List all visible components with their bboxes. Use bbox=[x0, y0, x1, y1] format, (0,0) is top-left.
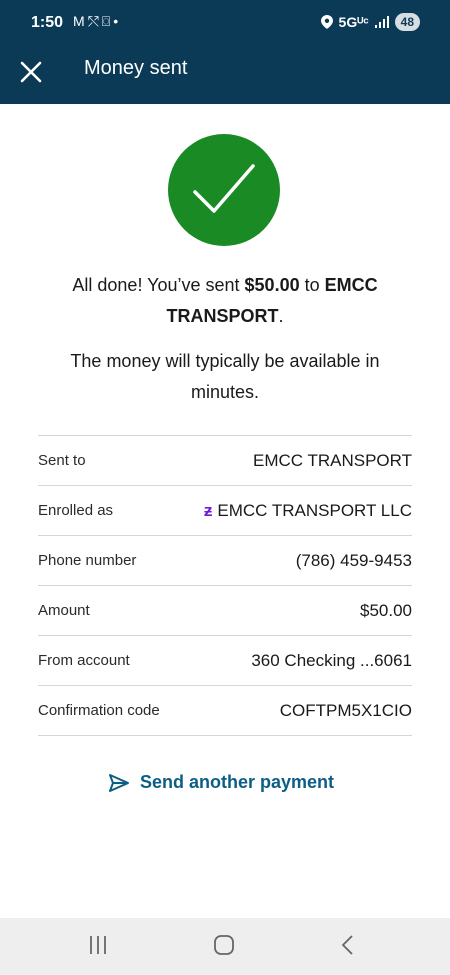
send-another-payment-button[interactable]: Send another payment bbox=[108, 772, 334, 793]
screenshot-icon: ⌼ bbox=[101, 13, 114, 29]
status-bar: 1:50 M⤲⌼• 5Gᵁᶜ 48 bbox=[0, 0, 450, 48]
network-type: 5Gᵁᶜ bbox=[338, 14, 369, 30]
status-time: 1:50 bbox=[31, 14, 64, 31]
detail-value: EMCC TRANSPORT bbox=[252, 450, 412, 470]
detail-label: Sent to bbox=[38, 452, 86, 469]
battery-level: 48 bbox=[394, 13, 420, 31]
page-title: Money sent bbox=[84, 57, 188, 79]
dot-icon: • bbox=[113, 13, 122, 29]
detail-row-amount: Amount $50.00 bbox=[38, 586, 412, 636]
detail-value-wrap: ƶ EMCC TRANSPORT LLC bbox=[204, 501, 412, 521]
app-bar: Money sent bbox=[0, 48, 450, 104]
detail-value: $50.00 bbox=[360, 600, 412, 620]
detail-value: 360 Checking ...6061 bbox=[251, 650, 412, 670]
send-another-label: Send another payment bbox=[140, 772, 335, 792]
status-right: 5Gᵁᶜ 48 bbox=[320, 13, 420, 31]
sent-amount: $50.00 bbox=[244, 275, 300, 295]
location-icon bbox=[320, 15, 333, 29]
detail-row-sent-to: Sent to EMCC TRANSPORT bbox=[38, 436, 412, 486]
success-check-icon bbox=[168, 134, 280, 246]
detail-label: From account bbox=[38, 652, 130, 669]
detail-label: Confirmation code bbox=[38, 702, 160, 719]
home-icon[interactable] bbox=[213, 934, 235, 956]
detail-value: COFTPM5X1CIO bbox=[279, 700, 412, 720]
detail-row-from-account: From account 360 Checking ...6061 bbox=[38, 636, 412, 686]
notification-icons: M⤲⌼• bbox=[73, 13, 121, 30]
gmail-icon: M bbox=[73, 13, 88, 29]
detail-row-enrolled-as: Enrolled as ƶ EMCC TRANSPORT LLC bbox=[38, 486, 412, 536]
confirmation-message: All done! You’ve sent $50.00 to EMCC TRA… bbox=[72, 275, 378, 326]
signal-icon bbox=[374, 16, 389, 28]
missed-call-icon: ⤲ bbox=[87, 13, 102, 29]
recent-apps-icon[interactable] bbox=[88, 934, 108, 956]
system-nav-bar bbox=[0, 918, 450, 975]
zelle-icon: ƶ bbox=[203, 500, 213, 520]
back-icon[interactable] bbox=[340, 934, 356, 956]
transfer-details: Sent to EMCC TRANSPORT Enrolled as ƶ EMC… bbox=[38, 435, 412, 736]
detail-label: Amount bbox=[38, 602, 90, 619]
detail-value: (786) 459-9453 bbox=[295, 550, 412, 570]
detail-label: Phone number bbox=[38, 552, 137, 569]
close-icon[interactable] bbox=[19, 60, 43, 84]
detail-row-confirmation-code: Confirmation code COFTPM5X1CIO bbox=[38, 686, 412, 736]
send-icon bbox=[109, 773, 129, 792]
detail-label: Enrolled as bbox=[38, 502, 114, 519]
availability-message: The money will typically be available in… bbox=[70, 351, 380, 402]
detail-row-phone: Phone number (786) 459-9453 bbox=[38, 536, 412, 586]
detail-value: EMCC TRANSPORT LLC bbox=[217, 500, 412, 520]
